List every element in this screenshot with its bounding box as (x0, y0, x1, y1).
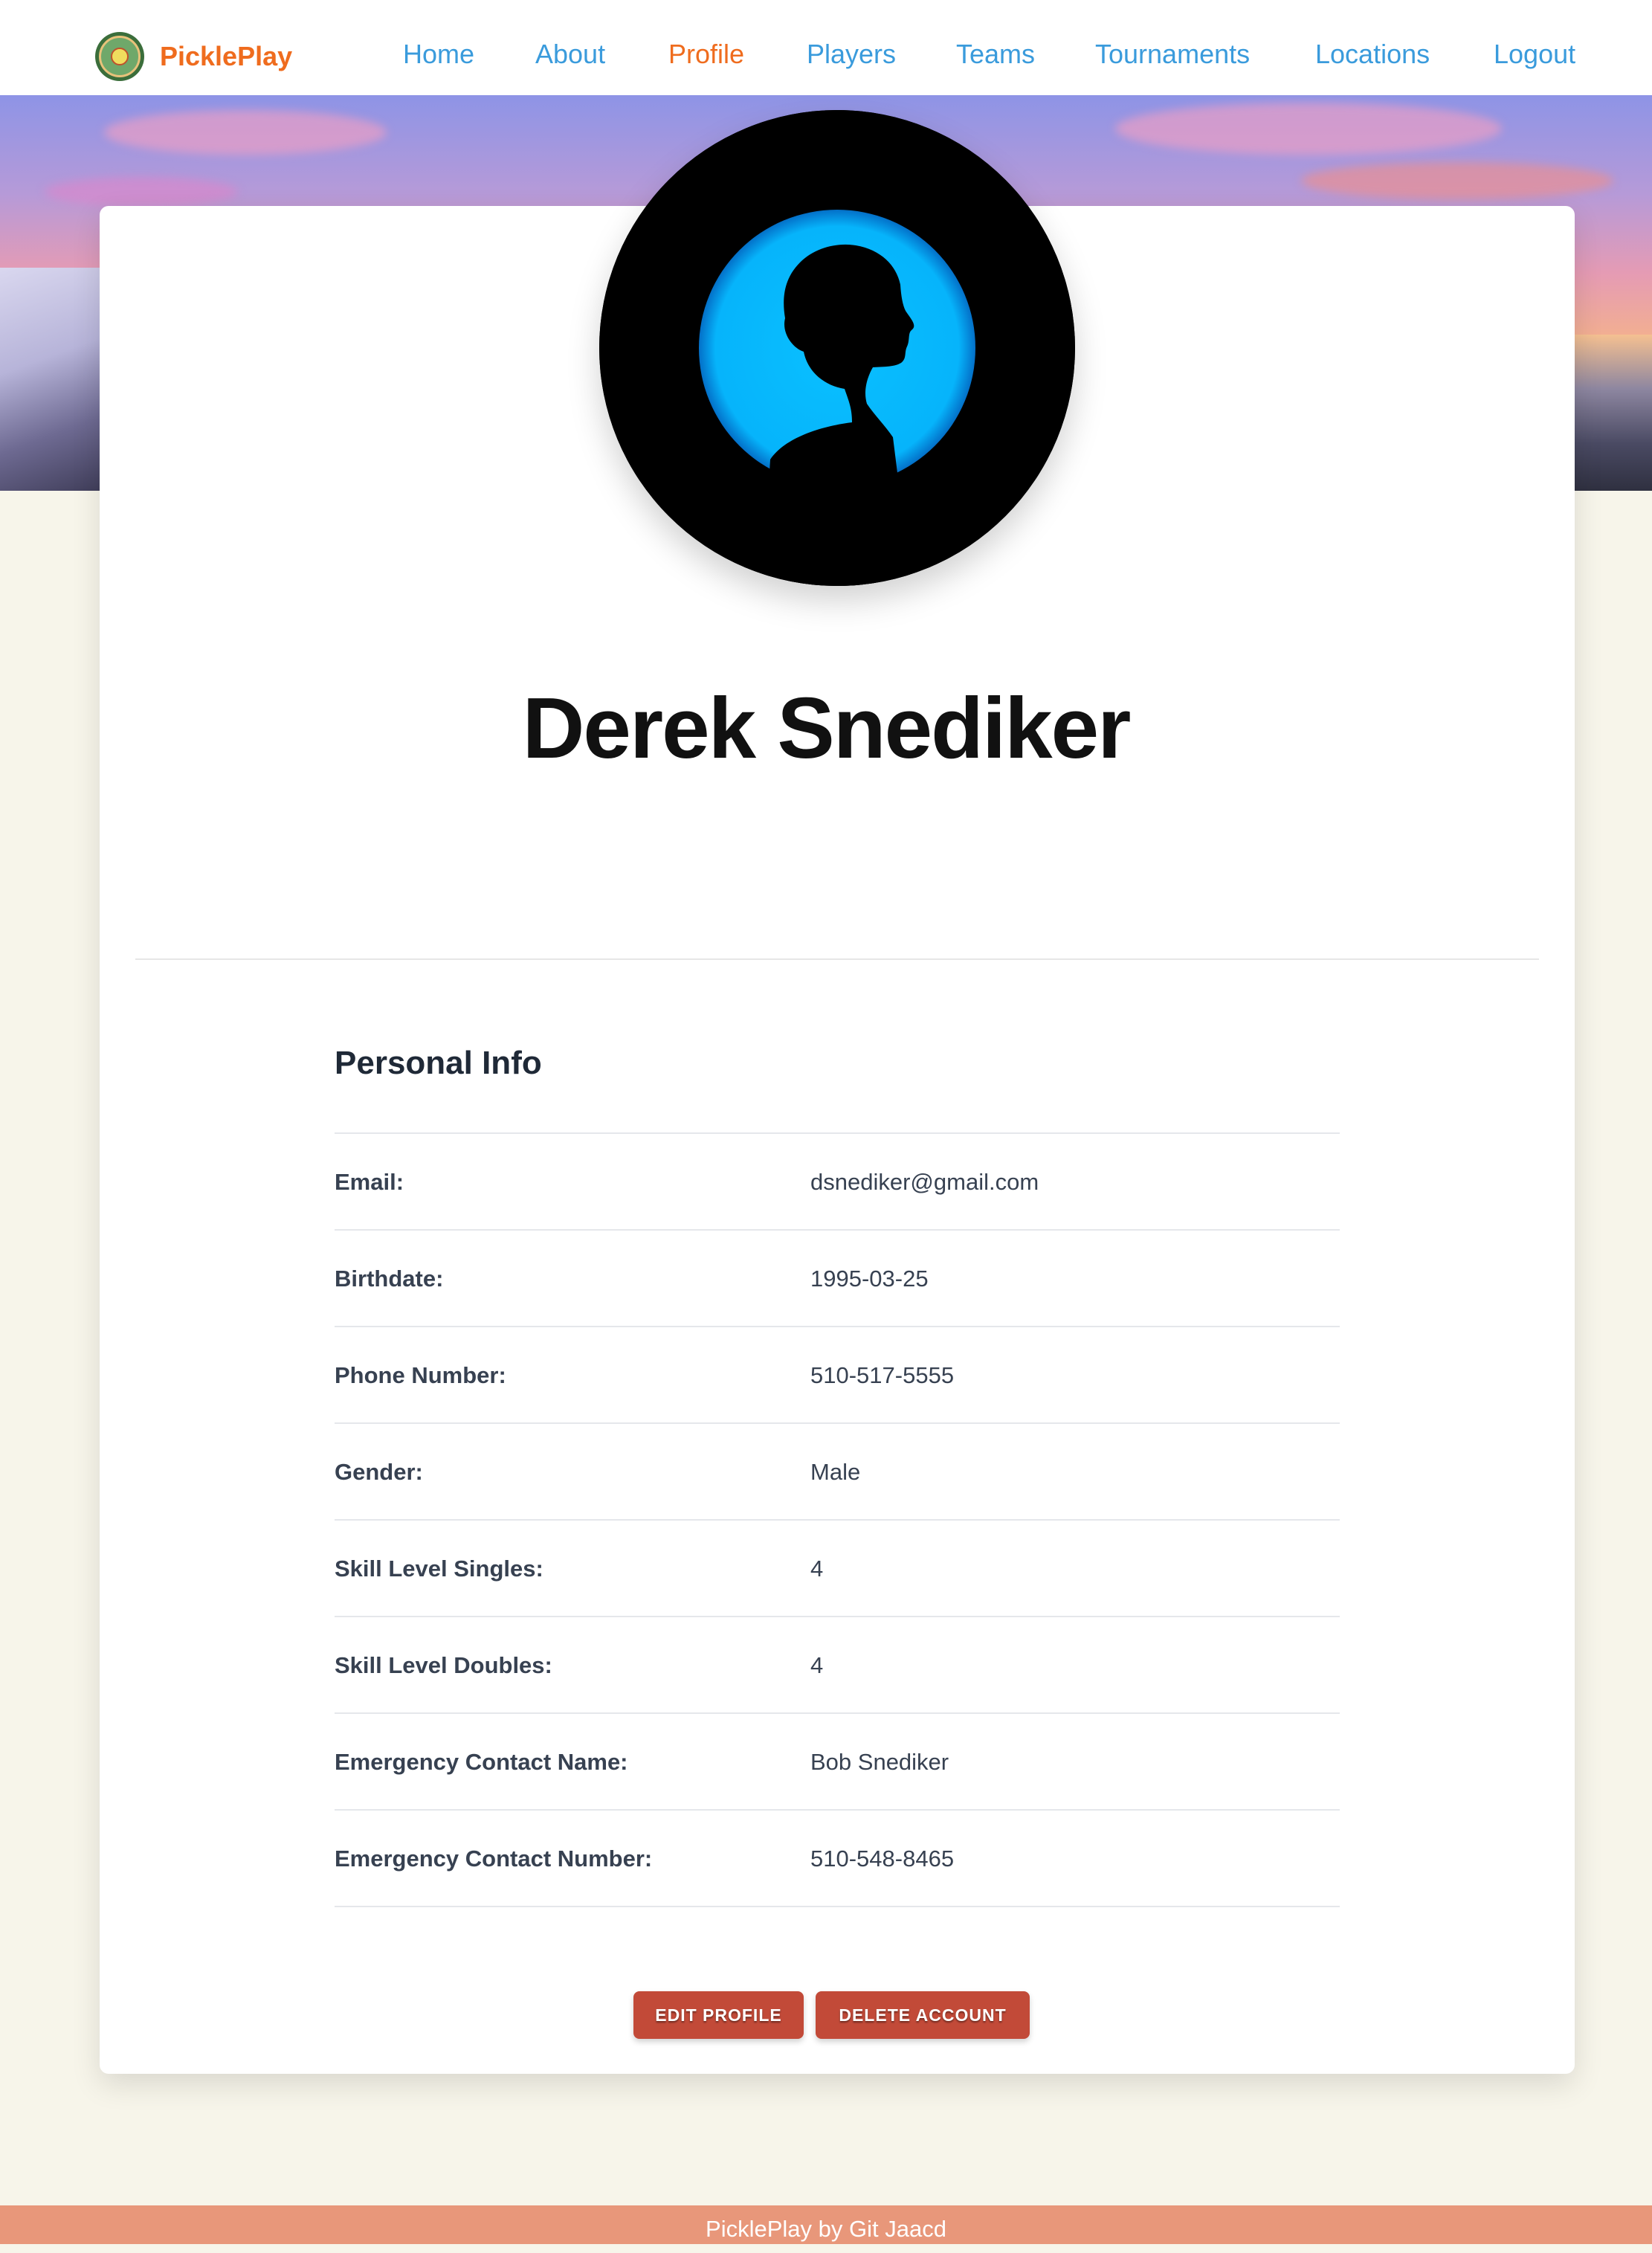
info-value: 510-517-5555 (810, 1362, 955, 1388)
info-row-birthdate: Birthdate: 1995-03-25 (335, 1229, 1340, 1326)
info-label: Emergency Contact Number: (335, 1846, 653, 1872)
edit-profile-button[interactable]: EDIT PROFILE (633, 1991, 804, 2039)
info-row-emergency-number: Emergency Contact Number: 510-548-8465 (335, 1809, 1340, 1907)
profile-name: Derek Snediker (522, 680, 1132, 776)
personal-info-table: Email: dsnediker@gmail.com Birthdate: 19… (335, 1132, 1340, 1907)
top-navbar: PicklePlay Home About Profile Players Te… (0, 0, 1652, 95)
info-row-skill-doubles: Skill Level Doubles: 4 (335, 1616, 1340, 1712)
info-label: Gender: (335, 1459, 423, 1485)
delete-account-button[interactable]: DELETE ACCOUNT (816, 1991, 1030, 2039)
info-row-skill-singles: Skill Level Singles: 4 (335, 1519, 1340, 1616)
info-row-phone: Phone Number: 510-517-5555 (335, 1326, 1340, 1422)
silhouette-avatar (599, 110, 1075, 586)
footer-text: PicklePlay by Git Jaacd (706, 2216, 946, 2242)
info-row-gender: Gender: Male (335, 1422, 1340, 1519)
info-value: 4 (810, 1556, 824, 1582)
nav-link-about[interactable]: About (535, 39, 605, 70)
profile-avatar (599, 110, 1075, 586)
footer: PicklePlay by Git Jaacd (0, 2205, 1652, 2244)
nav-link-logout[interactable]: Logout (1494, 39, 1575, 70)
mountains-right (1563, 335, 1652, 491)
info-label: Skill Level Doubles: (335, 1652, 552, 1678)
info-value: Bob Snediker (810, 1749, 949, 1775)
nav-link-players[interactable]: Players (807, 39, 896, 70)
nav-link-teams[interactable]: Teams (956, 39, 1035, 70)
info-value: 1995-03-25 (810, 1266, 929, 1292)
info-value: 510-548-8465 (810, 1846, 955, 1872)
info-label: Birthdate: (335, 1266, 444, 1292)
info-row-email: Email: dsnediker@gmail.com (335, 1132, 1340, 1229)
info-label: Skill Level Singles: (335, 1556, 543, 1582)
nav-link-tournaments[interactable]: Tournaments (1095, 39, 1250, 70)
info-label: Email: (335, 1169, 404, 1195)
info-label: Emergency Contact Name: (335, 1749, 628, 1775)
info-value: Male (810, 1459, 861, 1485)
nav-links: Home About Profile Players Teams Tournam… (0, 39, 1652, 76)
nav-link-profile[interactable]: Profile (668, 39, 744, 70)
nav-link-home[interactable]: Home (403, 39, 474, 70)
info-label: Phone Number: (335, 1362, 506, 1388)
section-divider (135, 958, 1539, 960)
info-value: 4 (810, 1652, 824, 1678)
info-value: dsnediker@gmail.com (810, 1169, 1039, 1195)
info-row-emergency-name: Emergency Contact Name: Bob Snediker (335, 1712, 1340, 1809)
personal-info-title: Personal Info (335, 1045, 542, 1081)
nav-link-locations[interactable]: Locations (1315, 39, 1430, 70)
